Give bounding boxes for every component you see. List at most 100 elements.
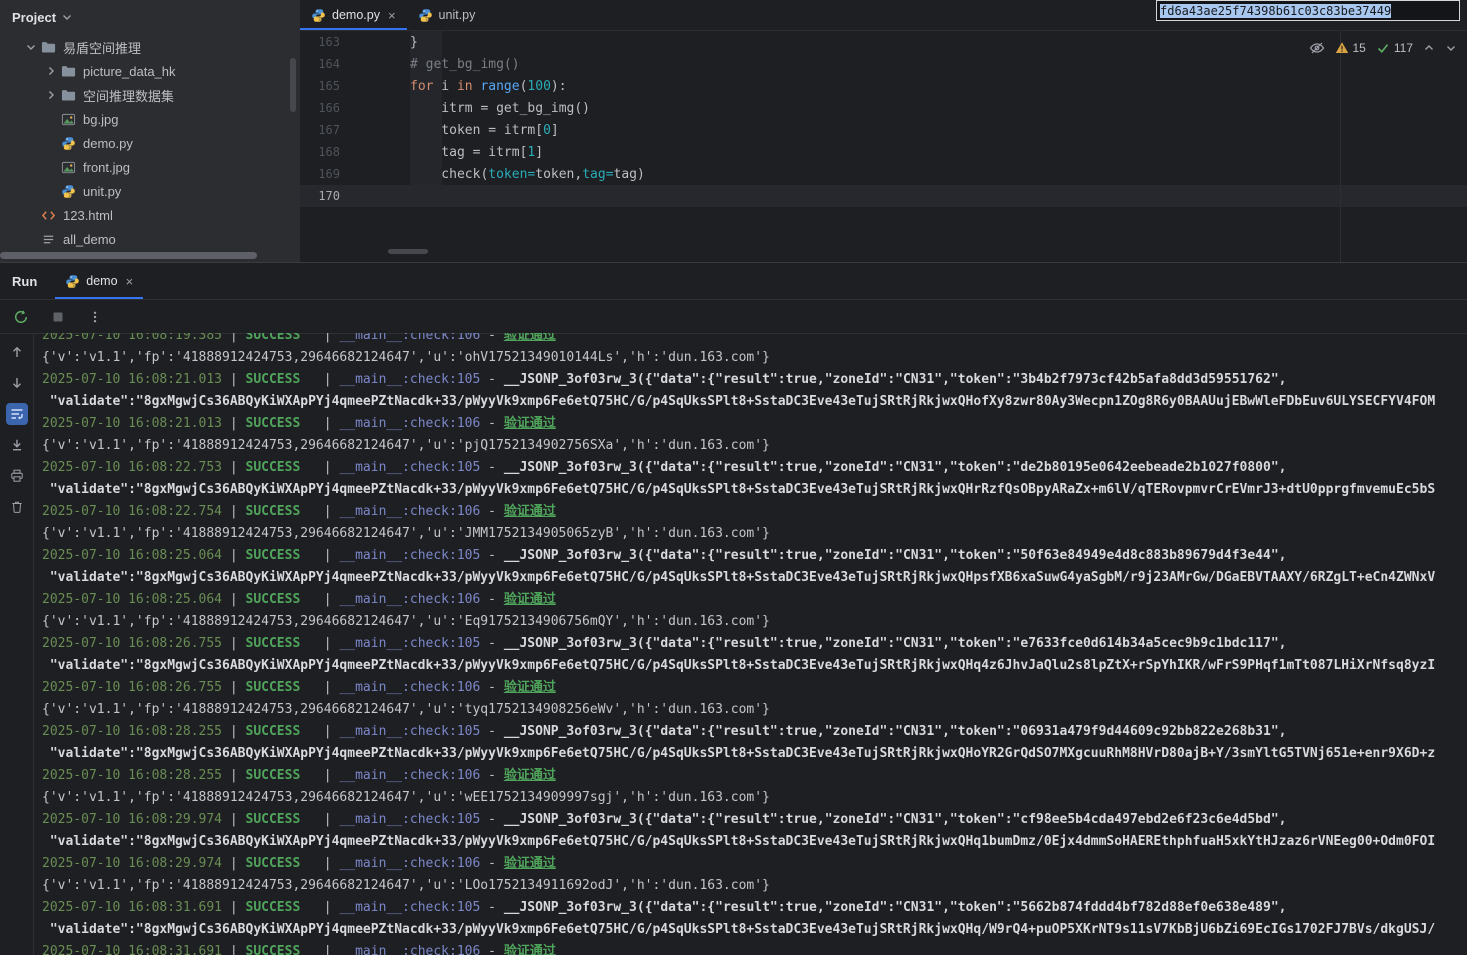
log-message: __JSONP_3of03rw_3({"data":{"result":true… — [504, 812, 1287, 827]
log-separator: - — [480, 680, 503, 695]
code-line-168[interactable]: 168 tag = itrm[1] — [300, 141, 1467, 163]
rerun-button[interactable] — [11, 307, 31, 327]
right-margin-guide — [1340, 30, 1341, 262]
run-panel-title: Run — [0, 263, 55, 299]
console-line: {'v':'v1.1','fp':'41888912424753,2964668… — [42, 699, 1467, 721]
close-tab-icon[interactable]: × — [126, 274, 134, 289]
log-separator: - — [480, 636, 503, 651]
horizontal-scrollbar[interactable] — [0, 252, 257, 259]
tree-item-yidun-spatial-folder[interactable]: 易盾空间推理 — [0, 35, 300, 59]
log-time: 2025-07-10 16:08:22.754 — [42, 504, 222, 519]
tab-unit-py[interactable]: unit.py — [407, 0, 487, 30]
line-number: 167 — [300, 123, 340, 137]
code-segment: token, — [535, 167, 582, 182]
log-level: SUCCESS — [246, 636, 301, 651]
prev-occurrence-button[interactable] — [6, 341, 28, 363]
code-line-170[interactable]: 170 — [300, 185, 1467, 207]
editor-horizontal-scrollbar[interactable] — [388, 249, 428, 254]
print-button[interactable] — [6, 465, 28, 487]
chevron-right-icon[interactable] — [42, 65, 60, 77]
log-validate: "validate":"8gxMgwjCs36ABQyKiWXApPYj4qme… — [42, 570, 1435, 585]
prev-problem-icon[interactable] — [1423, 42, 1435, 54]
code-segment: # get_bg_img() — [410, 57, 520, 72]
warnings-indicator[interactable]: 15 — [1335, 41, 1366, 55]
tree-item-123-html[interactable]: 123.html — [0, 203, 300, 227]
log-validate: "validate":"8gxMgwjCs36ABQyKiWXApPYj4qme… — [42, 394, 1435, 409]
log-separator: | — [222, 724, 245, 739]
code-line-169[interactable]: 169 check(token=token,tag=tag) — [300, 163, 1467, 185]
log-separator: | — [300, 724, 339, 739]
chevron-right-icon[interactable] — [42, 89, 60, 101]
run-tab-demo[interactable]: demo × — [55, 263, 143, 299]
check-icon — [1376, 41, 1390, 55]
console-line: "validate":"8gxMgwjCs36ABQyKiWXApPYj4qme… — [42, 567, 1467, 589]
tree-item-all-demo[interactable]: all_demo — [0, 227, 300, 251]
soft-wrap-button[interactable] — [6, 403, 28, 425]
tree-item-label: 易盾空间推理 — [63, 38, 141, 57]
log-separator: | — [300, 333, 339, 343]
code-area[interactable]: 163} 164 # get_bg_img() 165for i in range(1… — [300, 31, 1467, 207]
code-text: tag = itrm[1] — [410, 145, 543, 160]
python-icon — [65, 274, 80, 289]
console-line: 2025-07-10 16:08:29.974 | SUCCESS | __ma… — [42, 853, 1467, 875]
clear-all-button[interactable] — [6, 496, 28, 518]
log-payload: {'v':'v1.1','fp':'41888912424753,2964668… — [42, 350, 770, 365]
log-validate: "validate":"8gxMgwjCs36ABQyKiWXApPYj4qme… — [42, 922, 1435, 937]
tab-demo-py[interactable]: demo.py × — [300, 0, 407, 30]
chevron-down-icon[interactable] — [61, 11, 73, 23]
code-segment: } — [410, 35, 418, 50]
log-time: 2025-07-10 16:08:31.691 — [42, 944, 222, 955]
code-line-165[interactable]: 165for i in range(100): — [300, 75, 1467, 97]
log-message: 验证通过 — [504, 592, 556, 607]
log-message: __JSONP_3of03rw_3({"data":{"result":true… — [504, 460, 1287, 475]
chevron-down-icon[interactable] — [22, 41, 40, 53]
log-time: 2025-07-10 16:08:21.013 — [42, 416, 222, 431]
log-separator: | — [300, 592, 339, 607]
vertical-scrollbar[interactable] — [290, 58, 296, 112]
log-location: __main__:check:106 — [339, 504, 480, 519]
tree-item-picture-data-hk-folder[interactable]: picture_data_hk — [0, 59, 300, 83]
log-level: SUCCESS — [246, 416, 301, 431]
tree-item-front-jpg[interactable]: front.jpg — [0, 155, 300, 179]
python-icon — [418, 8, 433, 23]
code-line-164[interactable]: 164 # get_bg_img() — [300, 53, 1467, 75]
code-line-167[interactable]: 167 token = itrm[0] — [300, 119, 1467, 141]
line-number: 164 — [300, 57, 340, 71]
console-line: 2025-07-10 16:08:26.755 | SUCCESS | __ma… — [42, 633, 1467, 655]
scroll-to-end-button[interactable] — [6, 434, 28, 456]
log-location: __main__:check:106 — [339, 680, 480, 695]
log-payload: {'v':'v1.1','fp':'41888912424753,2964668… — [42, 526, 770, 541]
python-icon — [311, 8, 326, 23]
tree-item-label: 空间推理数据集 — [83, 86, 174, 105]
tree-item-unit-py[interactable]: unit.py — [0, 179, 300, 203]
tree-item-bg-jpg[interactable]: bg.jpg — [0, 107, 300, 131]
code-segment: for — [410, 79, 433, 94]
next-problem-icon[interactable] — [1445, 42, 1457, 54]
tree-item-spatial-dataset-folder[interactable]: 空间推理数据集 — [0, 83, 300, 107]
log-separator: - — [480, 416, 503, 431]
code-line-166[interactable]: 166 itrm = get_bg_img() — [300, 97, 1467, 119]
tree-item-demo-py[interactable]: demo.py — [0, 131, 300, 155]
line-number: 166 — [300, 101, 340, 115]
token-input[interactable]: fd6a43ae25f74398b61c03c83be37449 — [1156, 0, 1460, 21]
hide-warnings-button[interactable] — [1309, 40, 1325, 56]
close-tab-icon[interactable]: × — [388, 8, 396, 23]
log-separator: | — [300, 416, 339, 431]
log-message: __JSONP_3of03rw_3({"data":{"result":true… — [504, 900, 1287, 915]
stop-button[interactable] — [48, 307, 68, 327]
run-tool-window: Run demo × 2025-07-10 16:08:19.385 | SUC… — [0, 262, 1467, 955]
log-location: __main__:check:106 — [339, 416, 480, 431]
log-separator: - — [480, 856, 503, 871]
code-line-163[interactable]: 163} — [300, 31, 1467, 53]
image-icon — [60, 112, 77, 127]
code-text: # get_bg_img() — [410, 57, 520, 72]
next-occurrence-button[interactable] — [6, 372, 28, 394]
passed-checks-indicator[interactable]: 117 — [1376, 41, 1413, 55]
more-options-button[interactable] — [85, 307, 105, 327]
project-panel-header[interactable]: Project — [0, 0, 300, 34]
console-output[interactable]: 2025-07-10 16:08:19.385 | SUCCESS | __ma… — [34, 333, 1467, 955]
console-line: "validate":"8gxMgwjCs36ABQyKiWXApPYj4qme… — [42, 391, 1467, 413]
code-segment: token= — [488, 167, 535, 182]
log-time: 2025-07-10 16:08:28.255 — [42, 768, 222, 783]
log-separator: | — [222, 812, 245, 827]
